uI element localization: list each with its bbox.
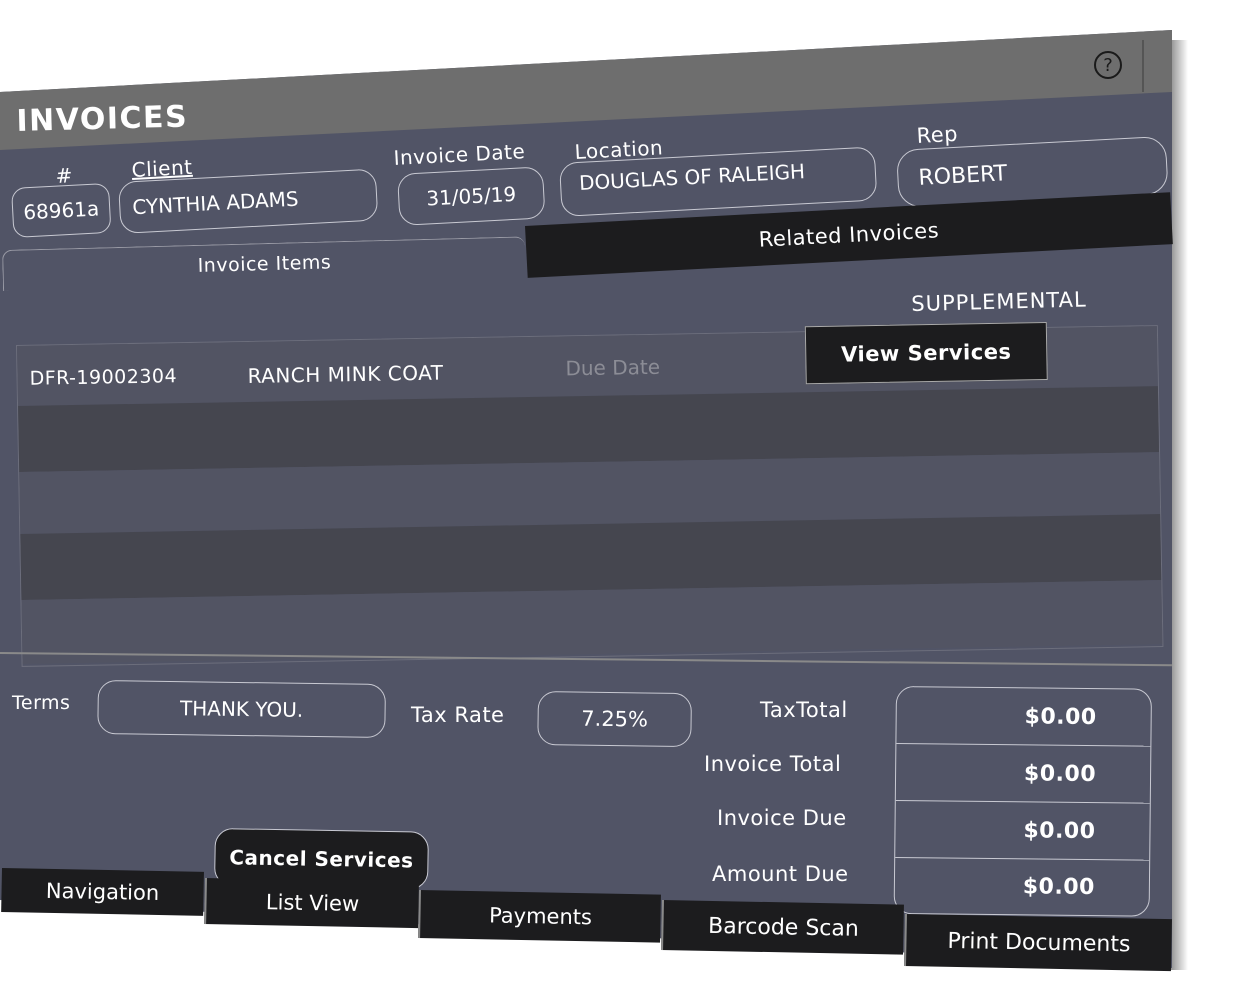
nav-barcode-scan-label: Barcode Scan (707, 913, 860, 942)
client-value: CYNTHIA ADAMS (131, 186, 300, 220)
nav-print-documents-label: Print Documents (947, 928, 1131, 957)
tab-related-invoices-label: Related Invoices (758, 218, 940, 252)
items-table: DFR-19002304 RANCH MINK COAT Due Date Vi… (16, 322, 1164, 667)
page-title: INVOICES (16, 99, 189, 139)
nav-print-documents[interactable]: Print Documents (904, 914, 1172, 972)
help-button[interactable]: ? (1090, 50, 1126, 80)
view-services-button[interactable]: View Services (804, 322, 1048, 385)
invoice-total-field[interactable]: $0.00 (895, 744, 1151, 804)
rep-value: ROBERT (917, 160, 1008, 191)
amount-due-field[interactable]: $0.00 (895, 858, 1150, 916)
tax-rate-field[interactable]: 7.25% (537, 691, 692, 748)
invoice-due-label: Invoice Due (717, 806, 847, 830)
nav-navigation[interactable]: Navigation (1, 868, 204, 916)
nav-payments-label: Payments (488, 903, 593, 930)
amount-due-value: $0.00 (1022, 874, 1096, 901)
invoice-total-label: Invoice Total (704, 752, 842, 776)
location-value: DOUGLAS OF RALEIGH (578, 159, 806, 195)
tax-total-field[interactable]: $0.00 (896, 687, 1151, 747)
invoice-due-field[interactable]: $0.00 (895, 801, 1150, 861)
cancel-services-label: Cancel Services (229, 845, 414, 873)
title-divider (1142, 40, 1144, 92)
item-code: DFR-19002304 (29, 365, 178, 390)
tab-invoice-items-label: Invoice Items (197, 251, 332, 277)
invoice-number-value: 68961a (22, 196, 100, 225)
tax-total-label: TaxTotal (760, 698, 848, 722)
tax-total-value: $0.00 (1024, 703, 1097, 730)
supplemental-label: SUPPLEMENTAL (911, 287, 1087, 316)
invoice-screen: ? INVOICES # 68961a Client CYNTHIA ADAMS… (0, 0, 1250, 1000)
svg-text:?: ? (1103, 55, 1113, 76)
question-circle-icon: ? (1094, 51, 1122, 79)
due-date-field[interactable]: Due Date (565, 355, 660, 381)
totals-box: $0.00 $0.00 $0.00 $0.00 (893, 686, 1152, 917)
terms-field[interactable]: THANK YOU. (97, 680, 386, 739)
rep-label: Rep (916, 121, 959, 148)
window-shadow (1170, 40, 1188, 970)
amount-due-label: Amount Due (712, 862, 849, 886)
nav-navigation-label: Navigation (45, 878, 160, 906)
nav-list-view[interactable]: List View (204, 878, 419, 929)
invoice-total-value: $0.00 (1023, 760, 1097, 787)
nav-payments[interactable]: Payments (418, 890, 661, 943)
tax-rate-label: Tax Rate (411, 703, 505, 727)
nav-list-view-label: List View (265, 890, 360, 916)
view-services-label: View Services (840, 339, 1012, 367)
item-description: RANCH MINK COAT (247, 360, 444, 388)
invoice-number-field[interactable]: 68961a (11, 182, 112, 238)
invoice-due-value: $0.00 (1023, 817, 1096, 844)
invoice-date-field[interactable]: 31/05/19 (397, 166, 546, 226)
invoice-date-value: 31/05/19 (425, 181, 517, 211)
terms-label: Terms (12, 692, 71, 714)
tax-rate-value: 7.25% (581, 706, 649, 732)
terms-value: THANK YOU. (179, 696, 304, 722)
nav-barcode-scan[interactable]: Barcode Scan (661, 900, 904, 955)
